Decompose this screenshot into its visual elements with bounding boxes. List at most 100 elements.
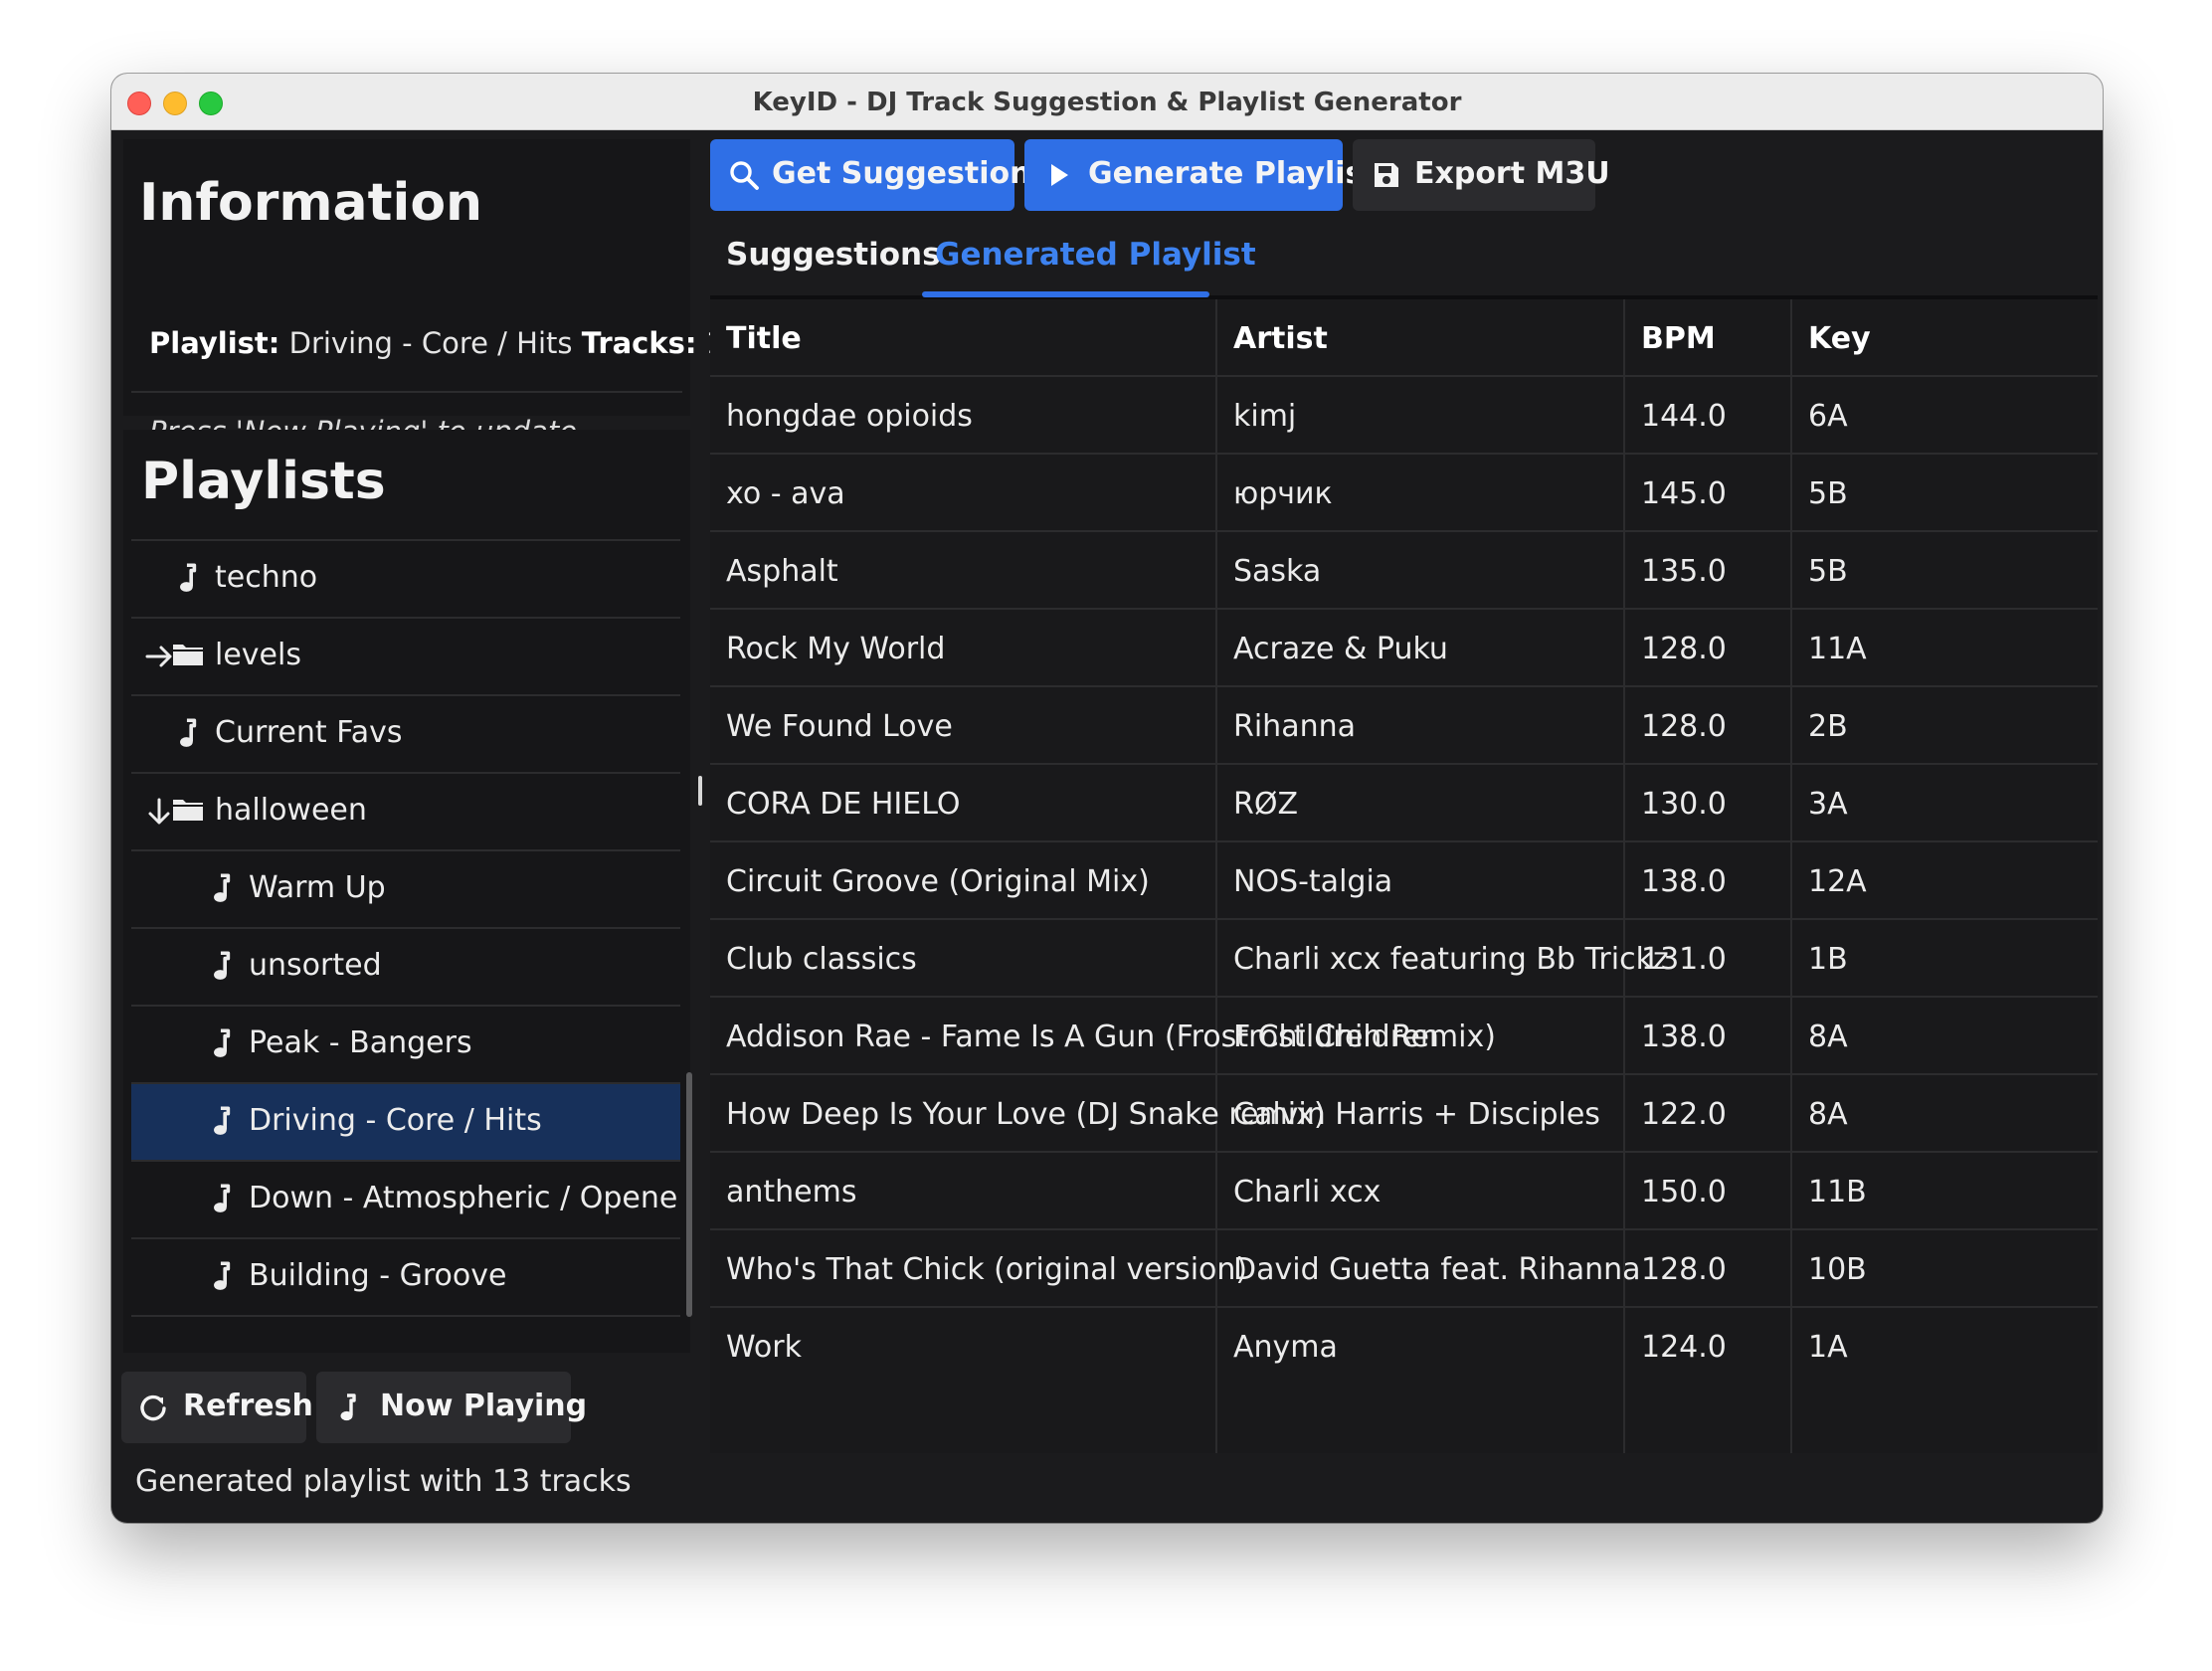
information-panel: Information Playlist: Driving - Core / H…: [123, 139, 743, 449]
playlist-item[interactable]: Down - Atmospheric / Opene: [131, 1162, 680, 1239]
playlist-item[interactable]: Current Favs: [131, 696, 680, 774]
cell-bpm: 130.0: [1641, 787, 1727, 822]
title-bar: KeyID - DJ Track Suggestion & Playlist G…: [111, 74, 2103, 130]
app-window: KeyID - DJ Track Suggestion & Playlist G…: [111, 74, 2103, 1523]
table-row[interactable]: CORA DE HIELO RØZ 130.0 3A: [710, 765, 2098, 842]
cell-artist: NOS-talgia: [1233, 864, 1393, 899]
folder-icon: [171, 639, 205, 674]
table-body: hongdae opioids kimj 144.0 6A xo - ava юрчик 1…: [710, 377, 2098, 1386]
cell-title: anthems: [726, 1175, 857, 1209]
cell-title: Who's That Chick (original version): [726, 1252, 1248, 1287]
cell-title: Club classics: [726, 942, 917, 977]
table-row[interactable]: Rock My World Acraze & Puku 128.0 11A: [710, 610, 2098, 687]
cell-artist: kimj: [1233, 399, 1297, 434]
now-playing-button[interactable]: Now Playing: [316, 1372, 587, 1443]
column-header-key[interactable]: Key: [1808, 321, 1871, 356]
table-row[interactable]: xo - ava юрчик 145.0 5B: [710, 455, 2098, 532]
table-row[interactable]: Circuit Groove (Original Mix) NOS-talgia 1…: [710, 842, 2098, 920]
table-row[interactable]: Asphalt Saska 135.0 5B: [710, 532, 2098, 610]
cell-title: CORA DE HIELO: [726, 787, 961, 822]
cell-title: Asphalt: [726, 554, 838, 589]
music-note-icon: [205, 871, 239, 907]
cell-artist: Frost Children: [1233, 1020, 1439, 1054]
export-m3u-button[interactable]: Export M3U: [1353, 139, 1610, 211]
table-row[interactable]: anthems Charli xcx 150.0 11B: [710, 1153, 2098, 1230]
playlist-scrollbar[interactable]: [686, 1072, 692, 1317]
tab-generated-playlist[interactable]: Generated Playlist: [935, 237, 1256, 273]
refresh-label: Refresh: [183, 1389, 313, 1423]
get-suggestions-button[interactable]: Get Suggestions: [710, 139, 1048, 211]
playlist-item[interactable]: techno: [131, 541, 680, 619]
music-note-icon: [205, 1182, 239, 1217]
cell-bpm: 150.0: [1641, 1175, 1727, 1209]
playlist-item[interactable]: Building - Groove: [131, 1239, 680, 1317]
generate-playlist-label: Generate Playlist: [1088, 156, 1378, 191]
column-header-artist[interactable]: Artist: [1233, 321, 1328, 356]
music-note-icon: [205, 1026, 239, 1062]
cell-bpm: 124.0: [1641, 1330, 1727, 1365]
cell-artist: Acraze & Puku: [1233, 632, 1448, 666]
cell-key: 6A: [1808, 399, 1848, 434]
table-header-row: Title Artist BPM Key: [710, 299, 2098, 377]
cell-bpm: 128.0: [1641, 709, 1727, 744]
cell-key: 10B: [1808, 1252, 1867, 1287]
playlist-tree[interactable]: techno levels Current Favs halloween Warm Up…: [131, 539, 680, 1317]
cell-key: 5B: [1808, 476, 1848, 511]
cell-artist: RØZ: [1233, 787, 1299, 822]
playlist-item[interactable]: Driving - Core / Hits: [131, 1084, 680, 1162]
cell-key: 11A: [1808, 632, 1867, 666]
tracks-key: Tracks:: [581, 326, 697, 360]
playlist-item-label: Warm Up: [249, 870, 386, 905]
information-heading: Information: [139, 173, 483, 233]
status-bar-text: Generated playlist with 13 tracks: [135, 1464, 632, 1499]
panel-splitter-handle[interactable]: [698, 776, 702, 806]
playlist-info-line: Playlist: Driving - Core / Hits Tracks: …: [149, 326, 743, 360]
playlist-item-label: unsorted: [249, 948, 382, 983]
cell-title: We Found Love: [726, 709, 953, 744]
playlist-item[interactable]: unsorted: [131, 929, 680, 1007]
playlist-item-label: Peak - Bangers: [249, 1025, 472, 1060]
cell-key: 8A: [1808, 1097, 1848, 1132]
table-row[interactable]: Who's That Chick (original version) David…: [710, 1230, 2098, 1308]
music-note-icon: [205, 949, 239, 985]
get-suggestions-label: Get Suggestions: [772, 156, 1049, 191]
music-note-icon: [205, 1104, 239, 1140]
table-row[interactable]: How Deep Is Your Love (DJ Snake remix) Ca…: [710, 1075, 2098, 1153]
cell-artist: Calvin Harris + Disciples: [1233, 1097, 1600, 1132]
playlist-item-label: Down - Atmospheric / Opene: [249, 1181, 678, 1215]
music-note-icon: [171, 561, 205, 597]
generate-playlist-button[interactable]: Generate Playlist: [1024, 139, 1378, 211]
playlist-item[interactable]: Peak - Bangers: [131, 1007, 680, 1084]
playlist-folder-item[interactable]: halloween: [131, 774, 680, 851]
table-row[interactable]: Club classics Charli xcx featuring Bb Tri…: [710, 920, 2098, 998]
tab-suggestions[interactable]: Suggestions: [726, 237, 941, 273]
cell-artist: Anyma: [1233, 1330, 1338, 1365]
cell-key: 2B: [1808, 709, 1848, 744]
playlist-item-label: techno: [215, 560, 318, 595]
music-note-icon: [171, 716, 205, 752]
table-row[interactable]: hongdae opioids kimj 144.0 6A: [710, 377, 2098, 455]
playlist-folder-item[interactable]: levels: [131, 619, 680, 696]
column-header-title[interactable]: Title: [726, 321, 802, 356]
save-icon: [1375, 163, 1398, 187]
cell-bpm: 131.0: [1641, 942, 1727, 977]
refresh-icon: [140, 1394, 166, 1421]
cell-key: 3A: [1808, 787, 1848, 822]
cell-artist: David Guetta feat. Rihanna: [1233, 1252, 1641, 1287]
column-header-bpm[interactable]: BPM: [1641, 321, 1716, 356]
cell-title: Circuit Groove (Original Mix): [726, 864, 1150, 899]
active-tab-indicator: [922, 291, 1209, 297]
search-icon: [730, 161, 759, 190]
cell-bpm: 138.0: [1641, 864, 1727, 899]
refresh-button[interactable]: Refresh: [121, 1372, 313, 1443]
cell-title: xo - ava: [726, 476, 845, 511]
playlist-item[interactable]: Warm Up: [131, 851, 680, 929]
table-row[interactable]: We Found Love Rihanna 128.0 2B: [710, 687, 2098, 765]
playlist-item-label: Building - Groove: [249, 1258, 507, 1293]
table-row[interactable]: Work Anyma 124.0 1A: [710, 1308, 2098, 1386]
cell-title: hongdae opioids: [726, 399, 973, 434]
cell-key: 1B: [1808, 942, 1848, 977]
cell-key: 5B: [1808, 554, 1848, 589]
table-row[interactable]: Addison Rae - Fame Is A Gun (Frost Child…: [710, 998, 2098, 1075]
now-playing-label: Now Playing: [380, 1389, 588, 1423]
